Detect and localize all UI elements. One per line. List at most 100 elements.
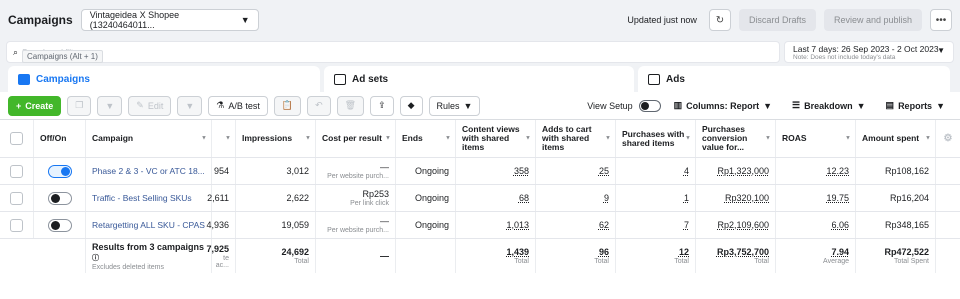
campaign-name-link[interactable]: Retargetting ALL SKU - CPAS [92, 220, 205, 230]
totals-cv[interactable]: 1,439 [506, 247, 529, 257]
atc-cell: 9 [536, 185, 616, 211]
atc-value[interactable]: 62 [599, 220, 609, 230]
header-purchase-value[interactable]: Purchases conversion value for... ▼ [696, 120, 776, 157]
info-icon[interactable]: ⓘ [92, 255, 99, 262]
totals-purchases[interactable]: 12 [679, 247, 689, 257]
header-reach-partial[interactable]: ▼ [212, 120, 236, 157]
row-checkbox[interactable] [10, 218, 23, 232]
purchases-value[interactable]: 4 [684, 166, 689, 176]
cpr-sub: Per website purch... [327, 227, 389, 234]
view-setup-toggle[interactable] [638, 99, 661, 112]
account-selector[interactable]: Vintageidea X Shopee (13240464011... ▼ [80, 9, 259, 31]
header-onoff[interactable]: Off/On [34, 120, 86, 157]
spent-value: Rp16,204 [889, 193, 929, 203]
header-roas[interactable]: ROAS ▼ [776, 120, 856, 157]
ab-test-button[interactable]: ⚗ A/B test [208, 95, 268, 116]
campaign-toggle[interactable] [47, 191, 72, 205]
toolbar: + Create ❐ ▼ ✎ Edit ▼ ⚗ A/B test 📋 ↶ 🗑 ⇪… [0, 92, 960, 120]
cpr-value: — [380, 216, 389, 226]
content-views-value[interactable]: 358 [514, 166, 529, 176]
header-adds-to-cart[interactable]: Adds to cart with shared items ▼ [536, 120, 616, 157]
header-campaign[interactable]: Campaign ▼ [86, 120, 212, 157]
more-options-button[interactable]: ••• [930, 9, 952, 31]
header-cost-per-result[interactable]: Cost per result ▼ [316, 120, 396, 157]
create-button[interactable]: + Create [8, 95, 62, 116]
edit-dropdown[interactable]: ▼ [177, 95, 203, 116]
totals-row: Results from 3 campaigns ⓘ Excludes dele… [0, 239, 960, 273]
atc-value[interactable]: 25 [599, 166, 609, 176]
tab-campaigns[interactable]: Campaigns [8, 66, 320, 92]
header-impressions[interactable]: Impressions ▼ [236, 120, 316, 157]
roas-value[interactable]: 19.75 [826, 193, 849, 203]
tab-ad-sets-label: Ad sets [352, 73, 389, 85]
campaign-toggle[interactable] [47, 218, 72, 232]
header-atc-label: Adds to cart with shared items [542, 124, 592, 152]
review-publish-button[interactable]: Review and publish [823, 9, 922, 31]
columns-button[interactable]: ▥ Columns: Report ▼ [666, 95, 780, 116]
totals-pcv-sub: Total [754, 258, 769, 265]
refresh-button[interactable]: ↻ [708, 9, 731, 31]
row-checkbox[interactable] [10, 191, 23, 205]
date-range-picker[interactable]: Last 7 days: 26 Sep 2023 - 2 Oct 2023 No… [784, 41, 954, 63]
row-checkbox[interactable] [10, 164, 23, 178]
rules-button[interactable]: Rules ▼ [428, 95, 481, 116]
duplicate-icon: ❐ [75, 100, 84, 110]
totals-cpr-cell: — [316, 239, 396, 273]
delete-button[interactable]: 🗑 [336, 95, 365, 116]
discard-drafts-button[interactable]: Discard Drafts [738, 9, 816, 31]
sort-icon: ▼ [445, 135, 451, 141]
header-ends-label: Ends [402, 133, 423, 143]
header-content-views[interactable]: Content views with shared items ▼ [456, 120, 536, 157]
atc-value[interactable]: 9 [604, 193, 609, 203]
campaign-toggle[interactable] [47, 164, 72, 178]
roas-value[interactable]: 6.06 [831, 220, 849, 230]
content-views-value[interactable]: 68 [519, 193, 529, 203]
clipboard-button[interactable]: 📋 [273, 95, 302, 116]
row-toggle-cell [34, 158, 86, 184]
chevron-down-icon: ▼ [856, 100, 866, 111]
impressions-value: 2,622 [286, 193, 309, 203]
content-views-value[interactable]: 1,013 [506, 220, 529, 230]
duplicate-button[interactable]: ❐ [67, 95, 92, 116]
flask-icon: ⚗ [216, 100, 225, 110]
header-ends[interactable]: Ends ▼ [396, 120, 456, 157]
table-row[interactable]: Phase 2 & 3 - VC or ATC 18... 954 3,012 … [0, 158, 960, 185]
purchases-value[interactable]: 7 [684, 220, 689, 230]
reports-button[interactable]: ▤ Reports ▼ [878, 95, 952, 116]
breakdown-button[interactable]: ☰ Breakdown ▼ [785, 95, 873, 116]
edit-button[interactable]: ✎ Edit [128, 95, 172, 116]
tag-button[interactable]: ◆ [399, 95, 423, 116]
table-row[interactable]: Retargetting ALL SKU - CPAS 4,936 19,059… [0, 212, 960, 239]
reach-cell: 954 [206, 158, 236, 184]
header-purchases[interactable]: Purchases with shared items ▼ [616, 120, 696, 157]
search-icon: ⌕ [13, 46, 19, 57]
undo-button[interactable]: ↶ [307, 95, 331, 116]
purchases-value[interactable]: 1 [684, 193, 689, 203]
tab-ads[interactable]: Ads [638, 66, 950, 92]
chevron-down-icon: ▼ [937, 46, 945, 55]
reach-value: 954 [213, 166, 229, 176]
tab-ad-sets[interactable]: Ad sets [324, 66, 634, 92]
roas-value[interactable]: 12.23 [826, 166, 849, 176]
header-campaign-label: Campaign [92, 133, 134, 143]
table-row[interactable]: Traffic - Best Selling SKUs 2,611 2,622 … [0, 185, 960, 212]
pcv-value[interactable]: Rp2,109,600 [717, 220, 769, 230]
content-views-cell: 68 [456, 185, 536, 211]
totals-atc[interactable]: 96 [599, 247, 609, 257]
row-toggle-cell [34, 212, 86, 238]
totals-pcv[interactable]: Rp3,752,700 [717, 247, 769, 257]
campaign-name-link[interactable]: Phase 2 & 3 - VC or ATC 18... [92, 166, 205, 176]
duplicate-dropdown[interactable]: ▼ [97, 95, 123, 116]
search-input[interactable]: ⌕ Search and filter Campaigns (Alt + 1) [6, 41, 780, 63]
select-all-checkbox[interactable] [10, 132, 23, 145]
purchases-cell: 4 [616, 158, 696, 184]
export-button[interactable]: ⇪ [370, 95, 394, 116]
totals-roas[interactable]: 7.94 [831, 247, 849, 257]
pcv-value[interactable]: Rp320,100 [725, 193, 769, 203]
add-column-cell[interactable]: ⚙ [936, 120, 960, 157]
totals-label: Results from 3 campaigns ⓘ [92, 242, 205, 263]
pcv-value[interactable]: Rp1,323,000 [717, 166, 769, 176]
campaign-name-link[interactable]: Traffic - Best Selling SKUs [92, 193, 205, 203]
chevron-down-icon: ▼ [240, 15, 250, 25]
header-amount-spent[interactable]: Amount spent ▼ [856, 120, 936, 157]
